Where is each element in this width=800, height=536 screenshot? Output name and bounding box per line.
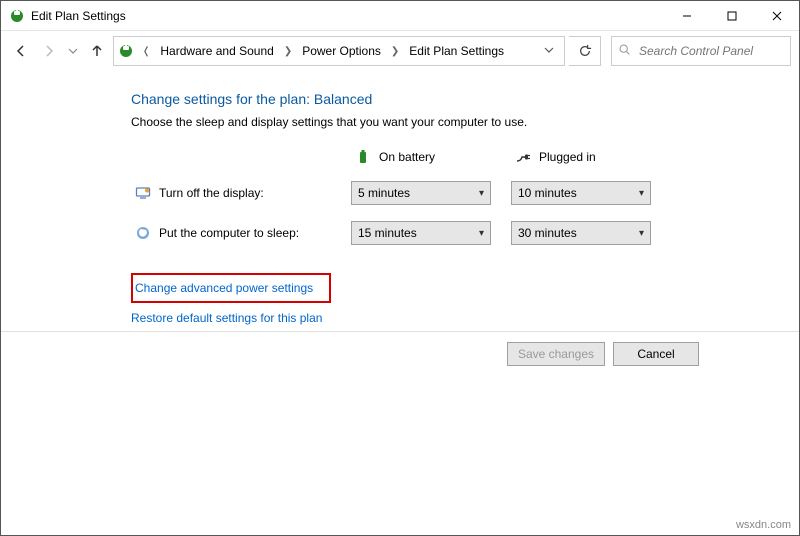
breadcrumb-item[interactable]: Edit Plan Settings [407, 42, 506, 60]
up-button[interactable] [85, 39, 109, 63]
search-icon [618, 43, 631, 59]
forward-button[interactable] [37, 39, 61, 63]
nav-row: ❬ Hardware and Sound ❯ Power Options ❯ E… [1, 31, 799, 71]
col-header-battery-label: On battery [379, 150, 435, 164]
row-display-label: Turn off the display: [159, 186, 264, 200]
chevron-down-icon: ▾ [479, 228, 484, 239]
cancel-button-label: Cancel [637, 347, 674, 361]
sleep-plugged-select[interactable]: 30 minutes ▾ [511, 221, 651, 245]
display-plugged-select[interactable]: 10 minutes ▾ [511, 181, 651, 205]
col-header-plugged-label: Plugged in [539, 150, 596, 164]
select-value: 5 minutes [358, 186, 410, 200]
chevron-down-icon[interactable] [538, 44, 560, 58]
display-icon [135, 185, 151, 201]
sleep-battery-select[interactable]: 15 minutes ▾ [351, 221, 491, 245]
row-display: Turn off the display: [131, 185, 331, 201]
row-sleep-label: Put the computer to sleep: [159, 226, 299, 240]
select-value: 10 minutes [518, 186, 577, 200]
minimize-button[interactable] [664, 1, 709, 30]
save-button-label: Save changes [518, 347, 594, 361]
save-button[interactable]: Save changes [507, 342, 605, 366]
power-options-icon [9, 8, 25, 24]
close-button[interactable] [754, 1, 799, 30]
page-heading: Change settings for the plan: Balanced [131, 91, 759, 107]
advanced-power-settings-link[interactable]: Change advanced power settings [135, 281, 313, 295]
search-input[interactable] [637, 43, 784, 59]
search-box[interactable] [611, 36, 791, 66]
battery-icon [355, 149, 371, 165]
back-button[interactable] [9, 39, 33, 63]
chevron-down-icon: ▾ [639, 188, 644, 199]
address-bar[interactable]: ❬ Hardware and Sound ❯ Power Options ❯ E… [113, 36, 565, 66]
chevron-right-icon[interactable]: ❯ [280, 46, 296, 57]
highlighted-region: Change advanced power settings [131, 273, 331, 303]
window-title: Edit Plan Settings [31, 9, 126, 23]
refresh-button[interactable] [569, 36, 601, 66]
col-header-battery: On battery [351, 149, 491, 165]
plug-icon [515, 149, 531, 165]
settings-grid: On battery Plugged in Turn off the displ… [131, 149, 759, 245]
row-sleep: Put the computer to sleep: [131, 225, 331, 241]
breadcrumb-item[interactable]: Hardware and Sound [158, 42, 275, 60]
recent-locations-button[interactable] [65, 39, 81, 63]
col-header-plugged: Plugged in [511, 149, 651, 165]
chevron-right-icon[interactable]: ❬ [138, 46, 154, 57]
restore-defaults-link[interactable]: Restore default settings for this plan [131, 311, 322, 325]
select-value: 30 minutes [518, 226, 577, 240]
select-value: 15 minutes [358, 226, 417, 240]
watermark: wsxdn.com [736, 519, 791, 531]
maximize-button[interactable] [709, 1, 754, 30]
sleep-icon [135, 225, 151, 241]
chevron-down-icon: ▾ [639, 228, 644, 239]
chevron-down-icon: ▾ [479, 188, 484, 199]
cancel-button[interactable]: Cancel [613, 342, 699, 366]
footer: Save changes Cancel [1, 331, 799, 376]
breadcrumb-item[interactable]: Power Options [300, 42, 383, 60]
page-subtext: Choose the sleep and display settings th… [131, 115, 759, 129]
content-area: Change settings for the plan: Balanced C… [1, 71, 799, 325]
titlebar: Edit Plan Settings [1, 1, 799, 31]
power-options-icon [118, 43, 134, 59]
chevron-right-icon[interactable]: ❯ [387, 46, 403, 57]
display-battery-select[interactable]: 5 minutes ▾ [351, 181, 491, 205]
